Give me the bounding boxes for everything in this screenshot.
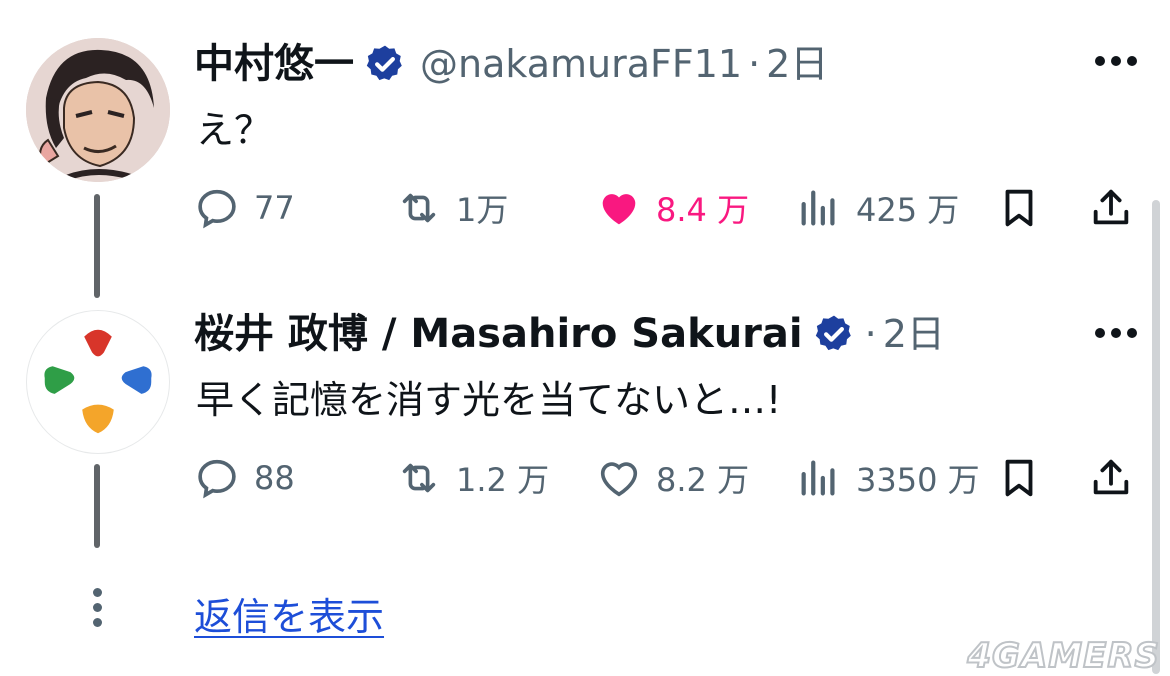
user-handle[interactable]: @nakamuraFF11 <box>420 40 742 88</box>
reply-button[interactable]: 77 <box>194 180 295 236</box>
display-name[interactable]: 中村悠一 <box>194 40 354 88</box>
watermark-logo: 4GAMERS <box>966 635 1160 676</box>
repost-icon <box>402 193 436 223</box>
like-button[interactable]: 8.2 万 <box>596 450 749 506</box>
reply-count: 77 <box>254 189 295 227</box>
tweet-text: 早く記憶を消す光を当てないと…! <box>196 378 782 422</box>
avatar-illustration-icon <box>26 38 170 182</box>
views-count: 3350 万 <box>856 461 980 499</box>
avatar-sakurai[interactable] <box>26 310 170 454</box>
thread-connector-line <box>94 194 100 298</box>
separator-dot: · <box>864 312 877 356</box>
tweet1-header: 中村悠一 @nakamuraFF11 · 2日 <box>194 40 828 88</box>
verified-badge-icon <box>815 315 851 351</box>
four-color-dpad-logo-icon <box>44 329 152 434</box>
display-name[interactable]: 桜井 政博 / Masahiro Sakurai <box>194 310 803 358</box>
more-icon[interactable] <box>1094 320 1138 343</box>
repost-button[interactable]: 1.2 万 <box>396 450 549 506</box>
reply-icon <box>198 459 236 499</box>
bookmark-button[interactable] <box>996 180 1042 236</box>
bookmark-icon <box>1005 189 1033 227</box>
reply-icon <box>198 189 236 229</box>
repost-button[interactable]: 1万 <box>396 180 508 236</box>
verified-badge-icon <box>366 45 402 81</box>
bookmark-icon <box>1005 459 1033 497</box>
reply-count: 88 <box>254 459 295 497</box>
repost-count: 1.2 万 <box>456 461 550 499</box>
share-icon <box>1093 459 1129 495</box>
timestamp[interactable]: 2日 <box>766 40 828 88</box>
like-filled-icon <box>602 194 636 225</box>
share-icon <box>1093 189 1129 225</box>
like-button[interactable]: 8.4 万 <box>596 180 749 236</box>
repost-count: 1万 <box>456 191 509 229</box>
timestamp[interactable]: 2日 <box>883 310 945 358</box>
thread-connector-line <box>94 464 100 548</box>
share-button[interactable] <box>1088 450 1134 506</box>
show-replies-link[interactable]: 返信を表示 <box>194 586 384 641</box>
like-count: 8.4 万 <box>656 191 750 229</box>
reply-button[interactable]: 88 <box>194 450 295 506</box>
repost-icon <box>402 463 436 493</box>
like-icon <box>600 462 638 497</box>
bookmark-button[interactable] <box>996 450 1042 506</box>
more-icon[interactable] <box>1094 48 1138 71</box>
separator-dot: · <box>748 42 761 86</box>
avatar-nakamura[interactable] <box>26 38 170 182</box>
views-button[interactable]: 3350 万 <box>796 450 980 506</box>
views-count: 425 万 <box>856 191 960 229</box>
scrollbar[interactable] <box>1152 200 1160 674</box>
share-button[interactable] <box>1088 180 1134 236</box>
views-icon <box>801 460 835 496</box>
views-button[interactable]: 425 万 <box>796 180 959 236</box>
thread-more-dots-icon <box>90 588 104 633</box>
tweet2-header: 桜井 政博 / Masahiro Sakurai · 2日 <box>194 310 945 358</box>
like-count: 8.2 万 <box>656 461 750 499</box>
views-icon <box>801 190 835 226</box>
tweet-text: え？ <box>196 108 273 152</box>
